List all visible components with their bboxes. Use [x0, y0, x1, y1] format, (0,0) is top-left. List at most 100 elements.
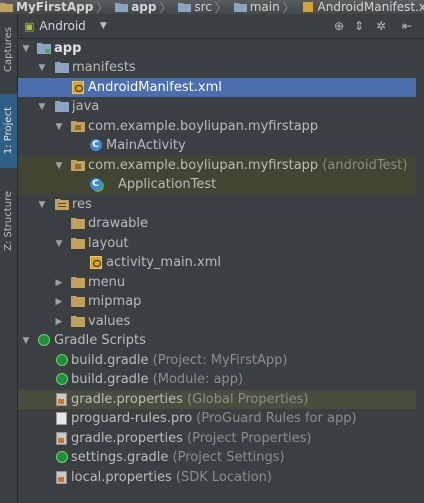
xml-file-icon — [302, 2, 315, 12]
tree-item-label-group: gradle.properties (Global Properties) — [71, 391, 309, 408]
tree-item-hint: (SDK Location) — [175, 470, 272, 485]
tree-item-mainactivity[interactable]: C MainActivity — [18, 136, 416, 155]
expand-arrow-icon[interactable]: ▼ — [37, 63, 47, 73]
tree-item-label-group: local.properties (SDK Location) — [71, 469, 272, 486]
breadcrumb-main[interactable]: main 〉 — [233, 0, 298, 15]
tree-item-manifests[interactable]: ▼ manifests — [18, 58, 416, 77]
folder-icon — [54, 99, 69, 113]
tree-item-label: build.gradle — [71, 353, 149, 368]
tree-item-build-gradle-module[interactable]: build.gradle (Module: app) — [18, 370, 416, 389]
tree-item-proguard-rules[interactable]: proguard-rules.pro (ProGuard Rules for a… — [18, 409, 416, 428]
tree-item-androidmanifest[interactable]: AndroidManifest.xml — [18, 78, 416, 97]
tree-item-mipmap[interactable]: ▶ mipmap — [18, 292, 416, 311]
tab-captures[interactable]: Captures — [0, 20, 17, 78]
tree-item-hint: (Global Properties) — [187, 392, 309, 407]
breadcrumb-myfirstapp[interactable]: MyFirstApp 〉 — [0, 0, 111, 14]
tree-item-app[interactable]: ▼ app — [18, 39, 416, 58]
expand-arrow-icon[interactable]: ▼ — [54, 161, 64, 171]
test-class-icon: C — [88, 177, 103, 191]
tree-item-hint: (ProGuard Rules for app) — [196, 411, 357, 426]
expand-arrow-icon[interactable]: ▼ — [54, 239, 64, 249]
folder-icon — [70, 275, 85, 289]
tree-item-label: manifests — [72, 60, 136, 75]
tree-item-applicationtest[interactable]: C ApplicationTest — [18, 175, 416, 194]
folder-icon — [0, 2, 13, 12]
properties-file-icon — [54, 392, 69, 406]
breadcrumb-separator: 〉 — [282, 0, 295, 15]
tree-item-drawable[interactable]: drawable — [18, 214, 416, 233]
tree-item-label: java — [72, 99, 100, 114]
tab-structure[interactable]: Z: Structure — [0, 180, 17, 262]
breadcrumb-label: app — [131, 0, 157, 14]
tree-item-label: com.example.boyliupan.myfirstapp — [88, 119, 319, 134]
tab-label: 1: Project — [3, 107, 14, 155]
expand-arrow-icon[interactable]: ▼ — [21, 44, 31, 54]
tree-item-gradle-properties-project[interactable]: gradle.properties (Project Properties) — [18, 429, 416, 448]
folder-icon — [54, 60, 69, 74]
target-icon[interactable]: ⊕ — [332, 19, 346, 33]
package-icon — [70, 158, 85, 172]
tree-item-label-group: com.example.boyliupan.myfirstapp (androi… — [88, 157, 407, 174]
tree-item-hint: (androidTest) — [322, 158, 408, 173]
collapse-arrow-icon[interactable]: ▶ — [54, 317, 64, 327]
tree-item-label: app — [54, 41, 82, 56]
package-icon — [70, 119, 85, 133]
folder-icon — [178, 2, 192, 12]
expand-arrow-icon[interactable]: ▼ — [37, 102, 47, 112]
tree-item-package-androidtest[interactable]: ▼ com.example.boyliupan.myfirstapp (andr… — [18, 156, 416, 175]
gear-icon[interactable]: ✲ — [374, 19, 388, 33]
collapse-arrow-icon[interactable]: ▶ — [54, 297, 64, 307]
breadcrumb-app[interactable]: app 〉 — [115, 0, 174, 14]
view-mode-label: Android — [39, 19, 86, 33]
expand-arrow-icon[interactable]: ▼ — [54, 122, 64, 132]
xml-file-icon — [70, 80, 85, 94]
folder-icon — [70, 216, 85, 230]
view-mode-select[interactable]: ▣ Android ▼ — [24, 17, 118, 35]
tree-item-layout[interactable]: ▼ layout — [18, 234, 416, 253]
tree-item-label: build.gradle — [71, 372, 149, 387]
tree-item-menu[interactable]: ▶ menu — [18, 273, 416, 292]
tree-item-label-group: proguard-rules.pro (ProGuard Rules for a… — [71, 410, 357, 427]
tree-item-activity-main[interactable]: activity_main.xml — [18, 253, 416, 272]
hide-icon[interactable]: ⇤ — [400, 19, 414, 33]
gradle-icon — [36, 333, 51, 347]
expand-arrow-icon[interactable]: ▼ — [21, 336, 31, 346]
breadcrumb-label: main — [249, 0, 280, 14]
tree-item-package[interactable]: ▼ com.example.boyliupan.myfirstapp — [18, 117, 416, 136]
tree-item-label-group: build.gradle (Project: MyFirstApp) — [71, 352, 287, 369]
tree-item-gradle-scripts[interactable]: ▼ Gradle Scripts — [18, 331, 416, 350]
tree-item-label: drawable — [88, 216, 149, 231]
breadcrumb-separator: 〉 — [214, 0, 227, 15]
tree-item-hint: (Project: MyFirstApp) — [152, 353, 288, 368]
tree-item-label: local.properties — [71, 470, 172, 485]
text-file-icon — [54, 411, 69, 425]
breadcrumb-androidmanifest[interactable]: AndroidManifest.xml 〉 — [302, 0, 424, 14]
tree-item-local-properties[interactable]: local.properties (SDK Location) — [18, 468, 416, 487]
res-folder-icon — [54, 197, 69, 211]
properties-file-icon — [54, 431, 69, 445]
tree-item-label-group: gradle.properties (Project Properties) — [71, 430, 312, 447]
tree-item-label-group: settings.gradle (Project Settings) — [71, 449, 285, 466]
tree-item-hint: (Module: app) — [152, 372, 244, 387]
class-icon: C — [88, 138, 103, 152]
tree-item-values[interactable]: ▶ values — [18, 312, 416, 331]
breadcrumb-separator: 〉 — [96, 0, 109, 15]
expand-arrow-icon[interactable]: ▼ — [37, 200, 47, 210]
tree-item-hint: (Project Properties) — [187, 431, 312, 446]
tree-item-java[interactable]: ▼ java — [18, 97, 416, 116]
tree-item-settings-gradle[interactable]: settings.gradle (Project Settings) — [18, 448, 416, 467]
tab-project[interactable]: 1: Project — [0, 94, 17, 168]
tree-item-res[interactable]: ▼ res — [18, 195, 416, 214]
collapse-arrow-icon[interactable]: ▶ — [54, 278, 64, 288]
tree-item-label-group: build.gradle (Module: app) — [71, 371, 243, 388]
breadcrumb-separator: 〉 — [159, 0, 172, 15]
collapse-icon[interactable]: ⇕ — [352, 19, 366, 33]
gradle-icon — [54, 372, 69, 386]
tree-item-label: activity_main.xml — [106, 255, 222, 270]
tree-item-label: settings.gradle — [71, 450, 169, 465]
tree-item-gradle-properties-global[interactable]: gradle.properties (Global Properties) — [18, 390, 416, 409]
tree-item-label: com.example.boyliupan.myfirstapp — [88, 158, 319, 173]
tree-item-build-gradle-project[interactable]: build.gradle (Project: MyFirstApp) — [18, 351, 416, 370]
breadcrumb-src[interactable]: src 〉 — [178, 0, 230, 14]
tree-item-label: AndroidManifest.xml — [88, 80, 222, 95]
